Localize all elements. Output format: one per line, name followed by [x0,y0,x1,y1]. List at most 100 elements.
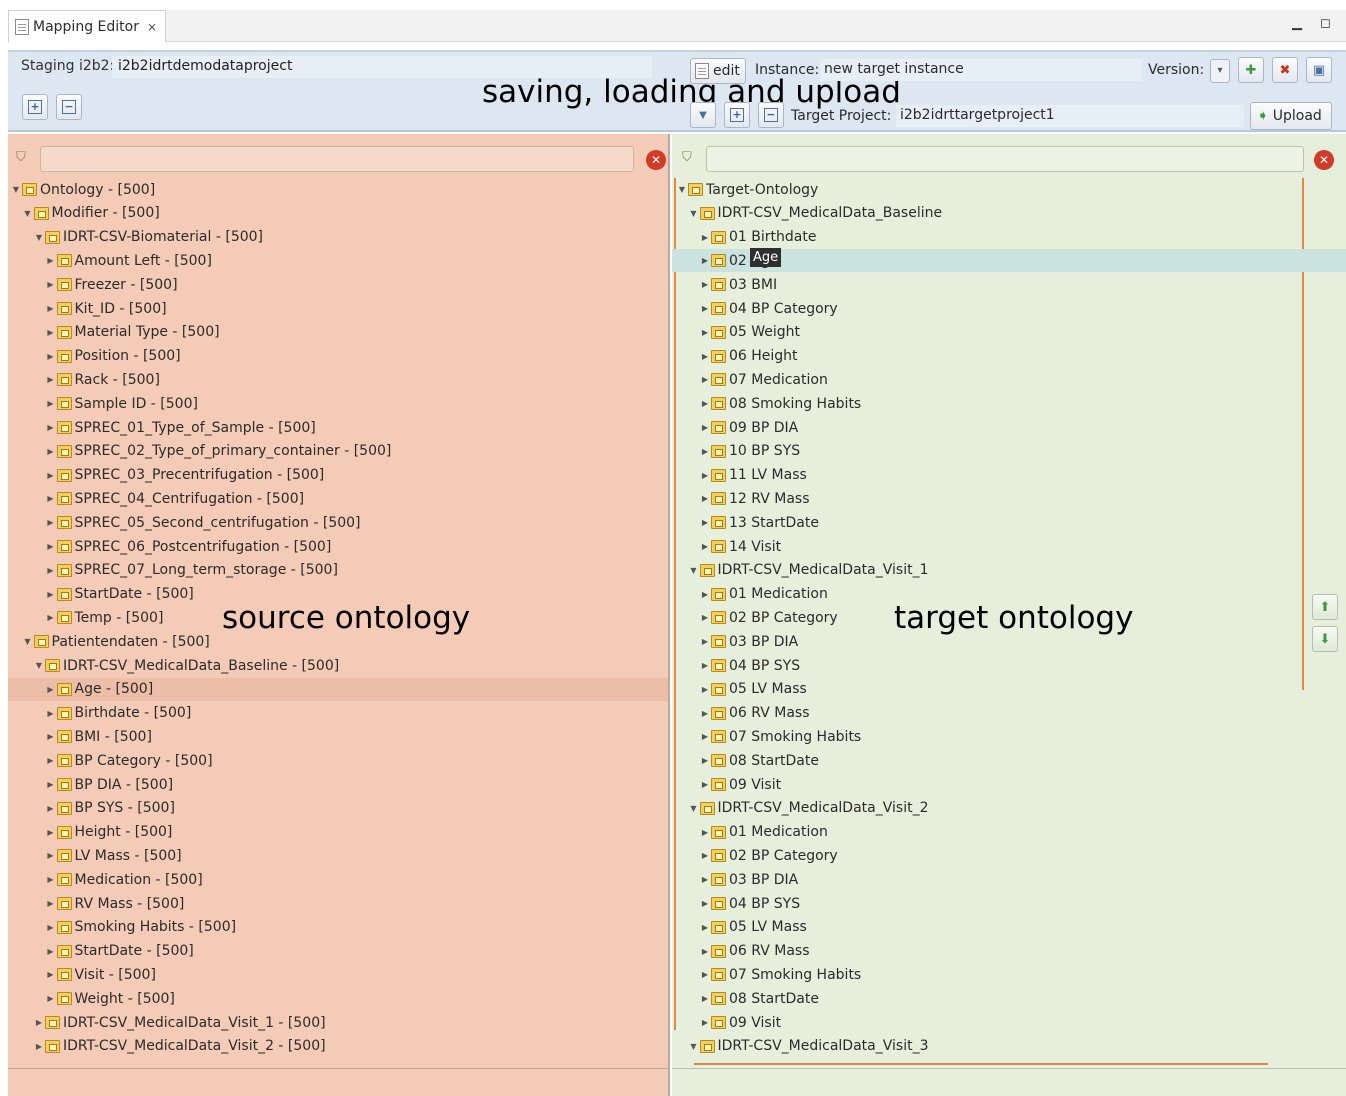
chevron-right-icon[interactable]: ▶ [699,709,711,718]
version-dropdown[interactable]: ▾ [1210,59,1230,83]
source-tree-row[interactable]: ▶ Material Type - [500] [8,321,668,344]
chevron-right-icon[interactable]: ▶ [45,709,57,718]
chevron-right-icon[interactable]: ▶ [45,280,57,289]
target-tree-row[interactable]: ▶ 06 RV Mass [672,702,1346,725]
target-tree-row[interactable]: ▶ 07 Medication [672,368,1346,391]
chevron-right-icon[interactable]: ▶ [45,780,57,789]
source-tree-row[interactable]: ▶ Visit - [500] [8,963,668,986]
chevron-right-icon[interactable]: ▶ [45,875,57,884]
chevron-right-icon[interactable]: ▶ [699,685,711,694]
chevron-right-icon[interactable]: ▶ [45,804,57,813]
chevron-down-icon[interactable]: ▼ [22,209,34,218]
target-tree-row[interactable]: ▶ 12 RV Mass [672,487,1346,510]
target-tree-row[interactable]: ▶ 09 BP DIA [672,416,1346,439]
target-dropdown-button[interactable]: ▼ [690,102,716,128]
chevron-right-icon[interactable]: ▶ [699,828,711,837]
source-tree-row[interactable]: ▶ Smoking Habits - [500] [8,916,668,939]
target-tree-row[interactable]: ▶ 04 BP Category [672,297,1346,320]
target-tree-row[interactable]: ▼ IDRT-CSV_MedicalData_Visit_2 [672,797,1346,820]
chevron-right-icon[interactable]: ▶ [699,947,711,956]
chevron-right-icon[interactable]: ▶ [45,494,57,503]
chevron-right-icon[interactable]: ▶ [699,613,711,622]
target-tree-row[interactable]: ▶ 06 RV Mass [672,940,1346,963]
chevron-right-icon[interactable]: ▶ [45,399,57,408]
target-tree-row[interactable]: ▶ 08 Smoking Habits [672,392,1346,415]
source-tree-row[interactable]: ▶ SPREC_05_Second_centrifugation - [500] [8,511,668,534]
source-tree-row[interactable]: ▶ BP Category - [500] [8,749,668,772]
chevron-right-icon[interactable]: ▶ [45,732,57,741]
target-tree-row[interactable]: ▶ 05 LV Mass [672,678,1346,701]
source-tree-row[interactable]: ▶ Freezer - [500] [8,273,668,296]
close-icon[interactable]: ⨯ [147,20,157,34]
chevron-right-icon[interactable]: ▶ [699,280,711,289]
chevron-right-icon[interactable]: ▶ [33,1018,45,1027]
chevron-right-icon[interactable]: ▶ [699,875,711,884]
move-down-button[interactable]: ⬇ [1312,626,1338,652]
source-tree-row[interactable]: ▶ Sample ID - [500] [8,392,668,415]
chevron-right-icon[interactable]: ▶ [699,233,711,242]
target-tree-row[interactable]: ▼ Target-Ontology [672,178,1346,201]
chevron-right-icon[interactable]: ▶ [45,256,57,265]
source-tree-row[interactable]: ▶ SPREC_06_Postcentrifugation - [500] [8,535,668,558]
chevron-right-icon[interactable]: ▶ [45,352,57,361]
target-clear-filter-icon[interactable]: ✕ [1314,150,1334,170]
source-tree-row[interactable]: ▶ SPREC_07_Long_term_storage - [500] [8,559,668,582]
source-tree-row[interactable]: ▶ Birthdate - [500] [8,702,668,725]
source-tree-row[interactable]: ▶ BMI - [500] [8,725,668,748]
collapse-all-button[interactable]: − [56,94,82,120]
chevron-down-icon[interactable]: ▼ [22,637,34,646]
target-collapse-button[interactable]: − [758,102,784,128]
chevron-right-icon[interactable]: ▶ [45,994,57,1003]
chevron-down-icon[interactable]: ▼ [688,566,700,575]
maximize-icon[interactable]: ◻ [1320,16,1331,31]
chevron-right-icon[interactable]: ▶ [45,970,57,979]
chevron-right-icon[interactable]: ▶ [45,447,57,456]
minimize-icon[interactable]: ▁ [1292,16,1302,31]
chevron-right-icon[interactable]: ▶ [699,590,711,599]
chevron-right-icon[interactable]: ▶ [45,923,57,932]
target-tree-row[interactable]: ▶ 09 Visit [672,773,1346,796]
chevron-right-icon[interactable]: ▶ [699,542,711,551]
source-tree-row[interactable]: ▶ Rack - [500] [8,368,668,391]
chevron-right-icon[interactable]: ▶ [699,447,711,456]
chevron-right-icon[interactable]: ▶ [699,923,711,932]
source-filter-input[interactable] [40,146,634,172]
chevron-right-icon[interactable]: ▶ [699,1018,711,1027]
chevron-right-icon[interactable]: ▶ [45,375,57,384]
source-tree-row[interactable]: ▶ SPREC_03_Precentrifugation - [500] [8,464,668,487]
expand-all-button[interactable]: + [22,94,48,120]
chevron-right-icon[interactable]: ▶ [699,518,711,527]
chevron-right-icon[interactable]: ▶ [699,994,711,1003]
target-tree-row[interactable]: ▶ 05 Weight [672,321,1346,344]
source-tree-row[interactable]: ▶ Medication - [500] [8,868,668,891]
target-tree-row[interactable]: ▶ 02 BP Category [672,844,1346,867]
delete-instance-button[interactable]: ✖ [1272,57,1298,83]
source-tree-row[interactable]: ▶ Weight - [500] [8,987,668,1010]
source-tree-row[interactable]: ▶ Age - [500] [8,677,668,701]
chevron-right-icon[interactable]: ▶ [45,423,57,432]
source-tree-row[interactable]: ▶ Amount Left - [500] [8,249,668,272]
chevron-right-icon[interactable]: ▶ [45,304,57,313]
chevron-right-icon[interactable]: ▶ [45,471,57,480]
target-tree-row[interactable]: ▶ 05 LV Mass [672,916,1346,939]
source-tree-row[interactable]: ▼ IDRT-CSV-Biomaterial - [500] [8,226,668,249]
chevron-down-icon[interactable]: ▼ [676,185,688,194]
target-tree-row[interactable]: ▶ 03 BMI [672,273,1346,296]
target-tree-row[interactable]: ▶ 14 Visit [672,535,1346,558]
source-tree-row[interactable]: ▼ Ontology - [500] [8,178,668,201]
chevron-right-icon[interactable]: ▶ [699,471,711,480]
chevron-right-icon[interactable]: ▶ [699,732,711,741]
target-filter-input[interactable] [706,146,1304,172]
chevron-right-icon[interactable]: ▶ [699,423,711,432]
edit-button[interactable]: edit [690,58,746,84]
source-tree-row[interactable]: ▶ SPREC_04_Centrifugation - [500] [8,487,668,510]
chevron-down-icon[interactable]: ▼ [33,661,45,670]
source-tree-row[interactable]: ▶ Kit_ID - [500] [8,297,668,320]
target-tree-row[interactable]: ▶ 08 StartDate [672,749,1346,772]
chevron-right-icon[interactable]: ▶ [45,685,57,694]
chevron-right-icon[interactable]: ▶ [699,899,711,908]
chevron-right-icon[interactable]: ▶ [699,494,711,503]
target-tree-row[interactable]: ▶ 06 Height [672,345,1346,368]
chevron-right-icon[interactable]: ▶ [45,328,57,337]
chevron-right-icon[interactable]: ▶ [699,399,711,408]
